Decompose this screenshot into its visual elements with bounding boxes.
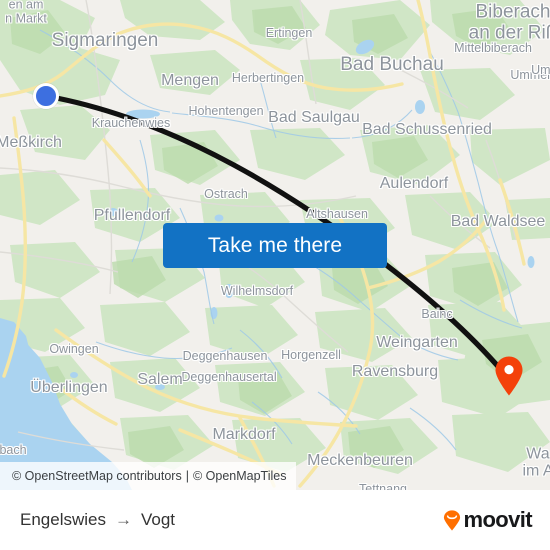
route-destination-label: Vogt (141, 510, 176, 529)
moovit-route-card: en am n Markt Sigmaringen Meßkirch Krauchenw… (0, 0, 550, 550)
osm-attribution-link[interactable]: © OpenStreetMap contributors (12, 469, 182, 483)
route-origin-label: Engelswies (20, 510, 106, 529)
map-attribution: © OpenStreetMap contributors | © OpenMap… (0, 462, 297, 490)
route-summary[interactable]: Engelswies → Vogt (20, 510, 175, 530)
openmaptiles-attribution-link[interactable]: © OpenMapTiles (193, 469, 287, 483)
moovit-pin-icon (443, 509, 461, 531)
origin-marker[interactable] (33, 83, 59, 109)
attribution-separator: | (185, 469, 189, 483)
moovit-logo[interactable]: moovit (443, 507, 533, 533)
arrow-right-icon: → (115, 510, 132, 529)
moovit-wordmark: moovit (463, 507, 532, 532)
map-canvas[interactable]: en am n Markt Sigmaringen Meßkirch Krauchenw… (0, 0, 550, 490)
take-me-there-button[interactable]: Take me there (163, 223, 387, 268)
destination-marker[interactable] (494, 356, 524, 396)
footer-bar: Engelswies → Vogt moovit (0, 490, 550, 550)
